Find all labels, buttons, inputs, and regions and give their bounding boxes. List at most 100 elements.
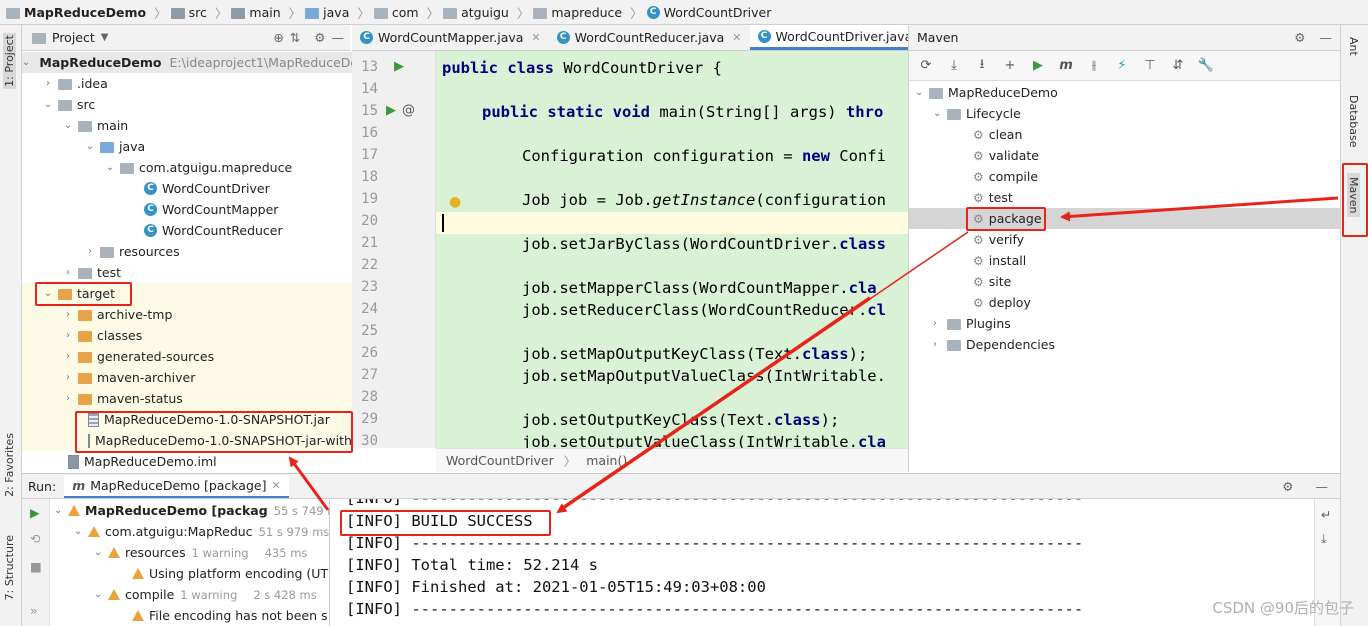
more-icon[interactable]: » (30, 603, 38, 618)
tree-item-idea[interactable]: › .idea (42, 73, 108, 94)
maven-phase-deploy[interactable]: ⚙ deploy (973, 292, 1031, 313)
ant-tool-tab[interactable]: Ant (1347, 37, 1360, 56)
code-line-26: job.setMapOutputKeyClass(Text.class); (522, 345, 868, 363)
run-tree-row[interactable]: ⌄MapReduceDemo [packag55 s 749 ms (54, 500, 329, 521)
run-tree-row[interactable]: ⌄ resources 1 warning 435 ms (94, 542, 307, 563)
console-line: [INFO] ---------------------------------… (346, 499, 1083, 507)
scroll-to-end-icon[interactable]: ⤓ (1321, 531, 1327, 547)
structure-tool-tab[interactable]: 7: Structure (3, 535, 16, 600)
tree-item-resources[interactable]: › resources (84, 241, 180, 262)
hide-icon[interactable]: — (1320, 30, 1333, 45)
chevron-down-icon[interactable]: ▼ (101, 32, 109, 43)
tree-item-main[interactable]: ⌄ main (62, 115, 128, 136)
database-tool-tab[interactable]: Database (1347, 95, 1360, 148)
breadcrumb-item-com[interactable]: com 〉 (373, 3, 439, 22)
close-icon[interactable]: ✕ (732, 31, 741, 44)
gear-icon[interactable]: ⚙ (1294, 30, 1305, 45)
hide-icon[interactable]: — (332, 30, 345, 45)
breadcrumb-item-src[interactable]: src 〉 (170, 3, 227, 22)
breadcrumb-item-java[interactable]: java 〉 (305, 3, 370, 22)
skip-tests-icon[interactable]: ⚡ (1113, 58, 1131, 73)
maven-phase-test[interactable]: ⚙ test (973, 187, 1013, 208)
generate-sources-icon[interactable]: ⤓ (945, 58, 963, 73)
stop-icon[interactable]: ■ (30, 559, 42, 574)
maven-project[interactable]: ⌄ MapReduceDemo (915, 82, 1058, 103)
annotation-box-maven-tab (1342, 163, 1368, 237)
hide-icon[interactable]: — (1316, 479, 1329, 494)
annotation-box-package (966, 207, 1046, 231)
maven-dependencies[interactable]: › Dependencies (933, 334, 1055, 355)
lightbulb-icon[interactable]: ● (449, 194, 461, 210)
maven-phase-verify[interactable]: ⚙ verify (973, 229, 1024, 250)
maven-lifecycle[interactable]: ⌄ Lifecycle (933, 103, 1021, 124)
tree-item-src[interactable]: ⌄ src (42, 94, 95, 115)
breadcrumb-item-mapreduce[interactable]: mapreduce 〉 (533, 3, 643, 22)
run-main-icon[interactable]: ▶ (386, 103, 396, 118)
tree-item-wordcountreducer[interactable]: C WordCountReducer (144, 220, 283, 241)
gear-icon: ⚙ (973, 127, 984, 142)
maven-plugins[interactable]: › Plugins (933, 313, 1011, 334)
gear-icon[interactable]: ⚙ (314, 30, 325, 45)
tree-item-iml[interactable]: MapReduceDemo.iml (68, 451, 217, 472)
run-tree-row[interactable]: ⌄ compile 1 warning 2 s 428 ms (94, 584, 317, 605)
execute-goal-icon[interactable]: m (1057, 58, 1075, 73)
tree-item-test[interactable]: › test (62, 262, 121, 283)
tab-wordcountmapper[interactable]: C WordCountMapper.java ✕ (352, 25, 549, 50)
favorites-tool-tab[interactable]: 2: Favorites (3, 433, 16, 497)
maven-phase-compile[interactable]: ⚙ compile (973, 166, 1038, 187)
project-panel-title[interactable]: Project (52, 30, 95, 45)
project-tool-tab[interactable]: 1: Project (3, 33, 16, 89)
tree-item-root[interactable]: ⌄ MapReduceDemo E:\ideaproject1\MapReduceD… (22, 52, 352, 73)
tab-wordcountreducer[interactable]: C WordCountReducer.java ✕ (549, 25, 750, 50)
wrench-icon[interactable]: 🔧 (1197, 58, 1215, 73)
collapse-all-icon[interactable]: ⇵ (1169, 58, 1187, 73)
run-icon[interactable]: ▶ (1029, 58, 1047, 73)
collapse-icon[interactable]: ⇅ (290, 30, 300, 45)
tab-wordcountdriver[interactable]: C WordCountDriver.java (749, 25, 921, 50)
run-class-icon[interactable]: ▶ (394, 59, 404, 74)
breadcrumb-item-class[interactable]: C WordCountDriver (646, 5, 771, 20)
maven-phase-validate[interactable]: ⚙ validate (973, 145, 1039, 166)
tree-item-archive-tmp[interactable]: › archive-tmp (22, 304, 352, 325)
tree-item-classes[interactable]: › classes (22, 325, 352, 346)
tree-item-generated-sources[interactable]: › generated-sources (22, 346, 352, 367)
code-line-27: job.setMapOutputValueClass(IntWritable. (522, 367, 886, 385)
breadcrumb-item-atguigu[interactable]: atguigu 〉 (443, 3, 529, 22)
tree-item-java[interactable]: ⌄ java (84, 136, 145, 157)
code-editor[interactable]: public class WordCountDriver { public st… (436, 51, 908, 448)
code-line-21: job.setJarByClass(WordCountDriver.class (522, 235, 886, 253)
run-tree-row[interactable]: Using platform encoding (UT (132, 563, 328, 584)
tree-item-wordcountmapper[interactable]: C WordCountMapper (144, 199, 278, 220)
folder-icon (231, 7, 246, 19)
caret-line-highlight (436, 212, 908, 234)
run-tree-row[interactable]: File encoding has not been s (132, 605, 328, 626)
gear-icon: ⚙ (973, 148, 984, 163)
show-dependencies-icon[interactable]: ⊤ (1141, 58, 1159, 73)
run-tree-row[interactable]: ⌄ com.atguigu:MapReduc 51 s 979 ms (74, 521, 329, 542)
gear-icon[interactable]: ⚙ (1282, 479, 1293, 494)
tree-item-maven-archiver[interactable]: › maven-archiver (22, 367, 352, 388)
tree-item-wordcountdriver[interactable]: C WordCountDriver (144, 178, 270, 199)
run-tab[interactable]: m MapReduceDemo [package] ✕ (64, 474, 289, 498)
locate-icon[interactable]: ⊕ (273, 30, 283, 45)
maven-phase-clean[interactable]: ⚙ clean (973, 124, 1022, 145)
toggle-tree-icon[interactable]: ⟲ (30, 531, 40, 546)
close-icon[interactable]: ✕ (271, 479, 280, 492)
soft-wrap-icon[interactable]: ↵ (1321, 507, 1331, 522)
maven-phase-site[interactable]: ⚙ site (973, 271, 1011, 292)
breadcrumb-item-main[interactable]: main 〉 (231, 3, 301, 22)
class-icon: C (144, 224, 157, 237)
download-icon[interactable]: ⭳ (973, 55, 991, 77)
maven-phase-install[interactable]: ⚙ install (973, 250, 1026, 271)
tree-item-package[interactable]: ⌄ com.atguigu.mapreduce (104, 157, 292, 178)
close-icon[interactable]: ✕ (531, 31, 540, 44)
tree-item-maven-status[interactable]: › maven-status (22, 388, 352, 409)
breadcrumb-item-project[interactable]: MapReduceDemo 〉 (6, 3, 167, 22)
rerun-icon[interactable]: ▶ (30, 505, 40, 520)
run-tree: ⌄MapReduceDemo [packag55 s 749 ms ⌄com.a… (50, 499, 330, 626)
reload-icon[interactable]: ⟳ (917, 58, 935, 73)
editor-breadcrumb-class[interactable]: WordCountDriver (446, 453, 554, 468)
editor-breadcrumb-method[interactable]: main() (586, 453, 627, 468)
toggle-offline-icon[interactable]: ⫲ (1085, 58, 1103, 73)
add-icon[interactable]: + (1001, 58, 1019, 73)
